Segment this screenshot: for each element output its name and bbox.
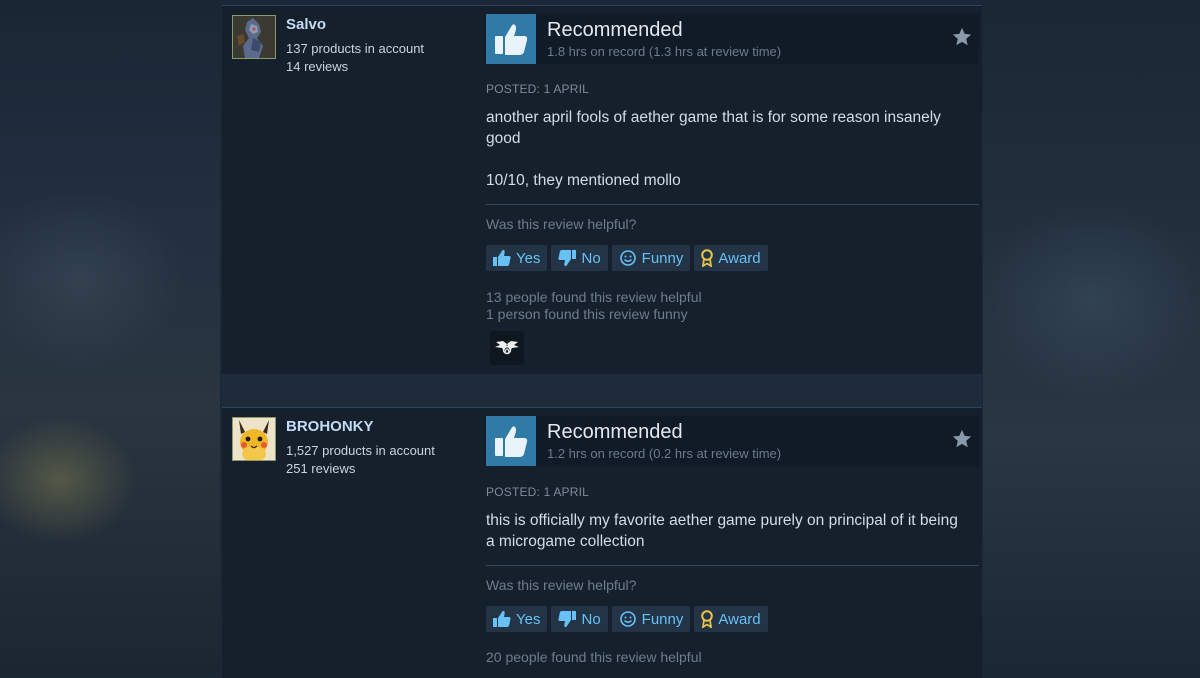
- review-text-paragraph: another april fools of aether game that …: [486, 109, 941, 147]
- review-separator: [222, 374, 982, 407]
- thumbs-up-box: [486, 14, 536, 64]
- vote-yes-button[interactable]: Yes: [486, 606, 548, 632]
- recommendation-header[interactable]: Recommended 1.2 hrs on record (0.2 hrs a…: [484, 416, 979, 466]
- review-text-paragraph: this is officially my favorite aether ga…: [486, 512, 958, 550]
- vote-yes-label: Yes: [516, 610, 541, 628]
- review-text-paragraph: 10/10, they mentioned mollo: [486, 172, 681, 189]
- star-icon[interactable]: [951, 428, 973, 450]
- helpful-question: Was this review helpful?: [486, 577, 637, 593]
- vote-funny-label: Funny: [641, 610, 684, 628]
- helpful-count: 20 people found this review helpful: [486, 649, 702, 665]
- award-button[interactable]: Award: [694, 606, 768, 632]
- vote-funny-button[interactable]: Funny: [611, 245, 691, 271]
- award-label: Award: [718, 249, 761, 267]
- vote-funny-label: Funny: [641, 249, 684, 267]
- username[interactable]: Salvo: [286, 16, 326, 33]
- user-avatar[interactable]: [232, 15, 276, 59]
- reviews-count[interactable]: 251 reviews: [286, 461, 355, 476]
- award-ribbon-icon: [701, 610, 714, 628]
- star-icon[interactable]: [951, 26, 973, 48]
- recommendation-title[interactable]: Recommended: [547, 421, 683, 444]
- vote-no-label: No: [581, 610, 601, 628]
- username[interactable]: BROHONKY: [286, 418, 374, 435]
- products-count[interactable]: 1,527 products in account: [286, 443, 435, 458]
- armored-character-avatar-icon: [233, 16, 275, 58]
- vote-no-button[interactable]: No: [551, 245, 608, 271]
- award-button[interactable]: Award: [694, 245, 768, 271]
- thumbs-up-icon: [495, 24, 528, 55]
- vote-yes-label: Yes: [516, 249, 541, 267]
- posted-date: POSTED: 1 APRIL: [486, 485, 590, 499]
- vote-no-button[interactable]: No: [551, 606, 608, 632]
- review-card: BROHONKY 1,527 products in account 251 r…: [222, 407, 982, 678]
- award-reaction[interactable]: [490, 331, 524, 365]
- yellow-creature-avatar-icon: [233, 418, 275, 462]
- smiley-icon: [619, 250, 636, 266]
- page-background-left: [0, 0, 220, 675]
- vote-buttons: Yes No Funny Award: [486, 245, 768, 271]
- posted-date: POSTED: 1 APRIL: [486, 82, 590, 96]
- divider: [486, 204, 979, 205]
- hours-on-record: 1.2 hrs on record (0.2 hrs at review tim…: [547, 446, 782, 461]
- page-background-right: [983, 0, 1200, 675]
- smiley-icon: [619, 611, 636, 627]
- recommendation-title[interactable]: Recommended: [547, 19, 683, 42]
- thumbs-up-icon: [493, 610, 511, 627]
- reviews-count[interactable]: 14 reviews: [286, 59, 348, 74]
- winged-award-icon: [495, 341, 519, 355]
- vote-yes-button[interactable]: Yes: [486, 245, 548, 271]
- thumbs-down-icon: [558, 250, 577, 267]
- vote-funny-button[interactable]: Funny: [611, 606, 691, 632]
- helpful-count: 13 people found this review helpful: [486, 289, 702, 305]
- thumbs-up-icon: [493, 249, 511, 266]
- helpful-question: Was this review helpful?: [486, 216, 637, 232]
- award-ribbon-icon: [701, 249, 714, 267]
- review-card: Salvo 137 products in account 14 reviews…: [222, 5, 982, 374]
- vote-no-label: No: [581, 249, 601, 267]
- divider: [486, 565, 979, 566]
- thumbs-down-icon: [558, 611, 577, 628]
- vote-buttons: Yes No Funny Award: [486, 606, 768, 632]
- user-avatar[interactable]: [232, 417, 276, 462]
- thumbs-up-icon: [495, 426, 528, 457]
- recommendation-header[interactable]: Recommended 1.8 hrs on record (1.3 hrs a…: [484, 14, 979, 64]
- award-label: Award: [718, 610, 761, 628]
- thumbs-up-box: [486, 416, 536, 466]
- funny-count: 1 person found this review funny: [486, 306, 688, 322]
- hours-on-record: 1.8 hrs on record (1.3 hrs at review tim…: [547, 44, 782, 59]
- products-count[interactable]: 137 products in account: [286, 41, 424, 56]
